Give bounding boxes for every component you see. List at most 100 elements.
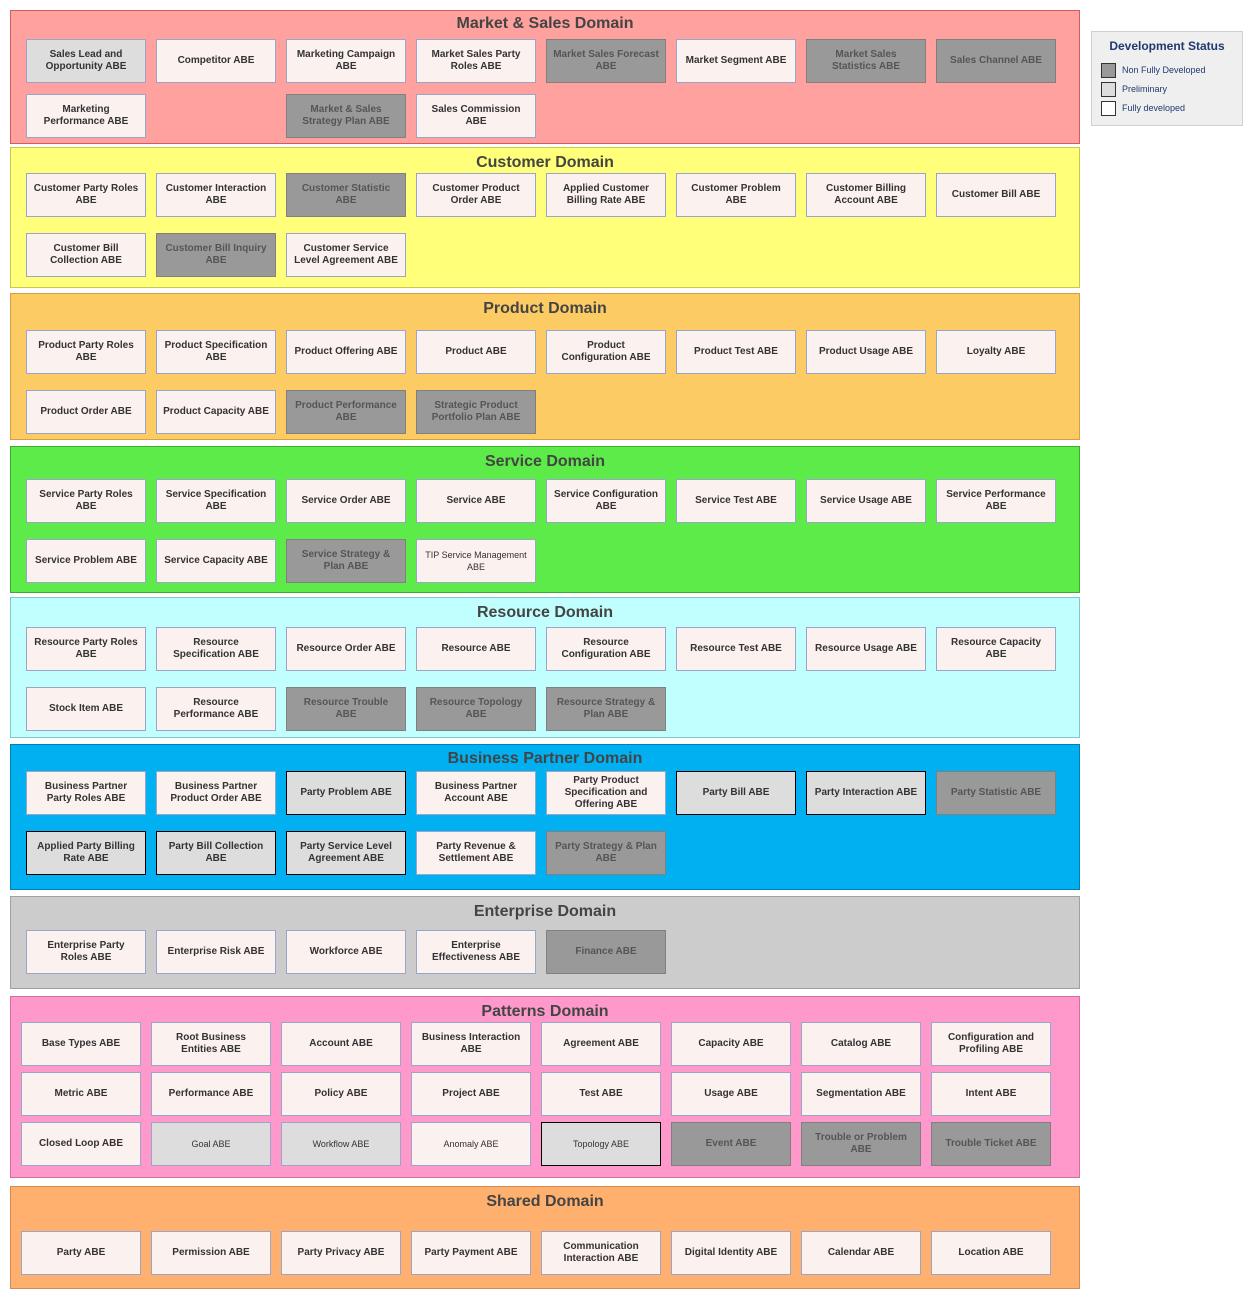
abe-catalog-abe[interactable]: Catalog ABE xyxy=(801,1022,921,1066)
abe-applied-party-billing-rate-abe[interactable]: Applied Party Billing Rate ABE xyxy=(26,831,146,875)
abe-configuration-and-profiling-abe[interactable]: Configuration and Profiling ABE xyxy=(931,1022,1051,1066)
abe-resource-capacity-abe[interactable]: Resource Capacity ABE xyxy=(936,627,1056,671)
abe-business-interaction-abe[interactable]: Business Interaction ABE xyxy=(411,1022,531,1066)
abe-customer-problem-abe[interactable]: Customer Problem ABE xyxy=(676,173,796,217)
abe-enterprise-party-roles-abe[interactable]: Enterprise Party Roles ABE xyxy=(26,930,146,974)
abe-customer-statistic-abe[interactable]: Customer Statistic ABE xyxy=(286,173,406,217)
abe-event-abe[interactable]: Event ABE xyxy=(671,1122,791,1166)
abe-finance-abe[interactable]: Finance ABE xyxy=(546,930,666,974)
abe-trouble-ticket-abe[interactable]: Trouble Ticket ABE xyxy=(931,1122,1051,1166)
abe-customer-interaction-abe[interactable]: Customer Interaction ABE xyxy=(156,173,276,217)
abe-party-abe[interactable]: Party ABE xyxy=(21,1231,141,1275)
abe-customer-bill-collection-abe[interactable]: Customer Bill Collection ABE xyxy=(26,233,146,277)
abe-resource-party-roles-abe[interactable]: Resource Party Roles ABE xyxy=(26,627,146,671)
abe-sales-channel-abe[interactable]: Sales Channel ABE xyxy=(936,39,1056,83)
abe-base-types-abe[interactable]: Base Types ABE xyxy=(21,1022,141,1066)
abe-service-configuration-abe[interactable]: Service Configuration ABE xyxy=(546,479,666,523)
abe-goal-abe[interactable]: Goal ABE xyxy=(151,1122,271,1166)
abe-test-abe[interactable]: Test ABE xyxy=(541,1072,661,1116)
abe-resource-strategy-and-plan-abe[interactable]: Resource Strategy & Plan ABE xyxy=(546,687,666,731)
abe-resource-configuration-abe[interactable]: Resource Configuration ABE xyxy=(546,627,666,671)
abe-permission-abe[interactable]: Permission ABE xyxy=(151,1231,271,1275)
abe-market-sales-party-roles-abe[interactable]: Market Sales Party Roles ABE xyxy=(416,39,536,83)
abe-agreement-abe[interactable]: Agreement ABE xyxy=(541,1022,661,1066)
abe-product-usage-abe[interactable]: Product Usage ABE xyxy=(806,330,926,374)
abe-product-capacity-abe[interactable]: Product Capacity ABE xyxy=(156,390,276,434)
abe-resource-abe[interactable]: Resource ABE xyxy=(416,627,536,671)
abe-stock-item-abe[interactable]: Stock Item ABE xyxy=(26,687,146,731)
abe-policy-abe[interactable]: Policy ABE xyxy=(281,1072,401,1116)
abe-business-partner-party-roles-abe[interactable]: Business Partner Party Roles ABE xyxy=(26,771,146,815)
abe-product-order-abe[interactable]: Product Order ABE xyxy=(26,390,146,434)
abe-service-party-roles-abe[interactable]: Service Party Roles ABE xyxy=(26,479,146,523)
abe-root-business-entities-abe[interactable]: Root Business Entities ABE xyxy=(151,1022,271,1066)
abe-customer-service-level-agreement-abe[interactable]: Customer Service Level Agreement ABE xyxy=(286,233,406,277)
abe-party-revenue-and-settlement-abe[interactable]: Party Revenue & Settlement ABE xyxy=(416,831,536,875)
abe-project-abe[interactable]: Project ABE xyxy=(411,1072,531,1116)
abe-market-and-sales-strategy-plan-abe[interactable]: Market & Sales Strategy Plan ABE xyxy=(286,94,406,138)
abe-capacity-abe[interactable]: Capacity ABE xyxy=(671,1022,791,1066)
abe-party-interaction-abe[interactable]: Party Interaction ABE xyxy=(806,771,926,815)
abe-resource-usage-abe[interactable]: Resource Usage ABE xyxy=(806,627,926,671)
abe-enterprise-risk-abe[interactable]: Enterprise Risk ABE xyxy=(156,930,276,974)
abe-strategic-product-portfolio-plan-abe[interactable]: Strategic Product Portfolio Plan ABE xyxy=(416,390,536,434)
abe-topology-abe[interactable]: Topology ABE xyxy=(541,1122,661,1166)
abe-enterprise-effectiveness-abe[interactable]: Enterprise Effectiveness ABE xyxy=(416,930,536,974)
abe-product-abe[interactable]: Product ABE xyxy=(416,330,536,374)
abe-service-usage-abe[interactable]: Service Usage ABE xyxy=(806,479,926,523)
abe-business-partner-account-abe[interactable]: Business Partner Account ABE xyxy=(416,771,536,815)
abe-service-order-abe[interactable]: Service Order ABE xyxy=(286,479,406,523)
abe-service-capacity-abe[interactable]: Service Capacity ABE xyxy=(156,539,276,583)
abe-service-performance-abe[interactable]: Service Performance ABE xyxy=(936,479,1056,523)
abe-applied-customer-billing-rate-abe[interactable]: Applied Customer Billing Rate ABE xyxy=(546,173,666,217)
abe-trouble-or-problem-abe[interactable]: Trouble or Problem ABE xyxy=(801,1122,921,1166)
abe-resource-test-abe[interactable]: Resource Test ABE xyxy=(676,627,796,671)
abe-product-configuration-abe[interactable]: Product Configuration ABE xyxy=(546,330,666,374)
abe-tip-service-management-abe[interactable]: TIP Service Management ABE xyxy=(416,539,536,583)
abe-competitor-abe[interactable]: Competitor ABE xyxy=(156,39,276,83)
abe-customer-bill-abe[interactable]: Customer Bill ABE xyxy=(936,173,1056,217)
abe-market-sales-forecast-abe[interactable]: Market Sales Forecast ABE xyxy=(546,39,666,83)
abe-party-bill-abe[interactable]: Party Bill ABE xyxy=(676,771,796,815)
abe-workflow-abe[interactable]: Workflow ABE xyxy=(281,1122,401,1166)
abe-marketing-performance-abe[interactable]: Marketing Performance ABE xyxy=(26,94,146,138)
abe-party-product-specification-and-offering-abe[interactable]: Party Product Specification and Offering… xyxy=(546,771,666,815)
abe-calendar-abe[interactable]: Calendar ABE xyxy=(801,1231,921,1275)
abe-service-problem-abe[interactable]: Service Problem ABE xyxy=(26,539,146,583)
abe-market-sales-statistics-abe[interactable]: Market Sales Statistics ABE xyxy=(806,39,926,83)
abe-customer-party-roles-abe[interactable]: Customer Party Roles ABE xyxy=(26,173,146,217)
abe-service-test-abe[interactable]: Service Test ABE xyxy=(676,479,796,523)
abe-location-abe[interactable]: Location ABE xyxy=(931,1231,1051,1275)
abe-party-service-level-agreement-abe[interactable]: Party Service Level Agreement ABE xyxy=(286,831,406,875)
abe-anomaly-abe[interactable]: Anomaly ABE xyxy=(411,1122,531,1166)
abe-intent-abe[interactable]: Intent ABE xyxy=(931,1072,1051,1116)
abe-product-specification-abe[interactable]: Product Specification ABE xyxy=(156,330,276,374)
abe-closed-loop-abe[interactable]: Closed Loop ABE xyxy=(21,1122,141,1166)
abe-communication-interaction-abe[interactable]: Communication Interaction ABE xyxy=(541,1231,661,1275)
abe-resource-trouble-abe[interactable]: Resource Trouble ABE xyxy=(286,687,406,731)
abe-resource-specification-abe[interactable]: Resource Specification ABE xyxy=(156,627,276,671)
abe-marketing-campaign-abe[interactable]: Marketing Campaign ABE xyxy=(286,39,406,83)
abe-business-partner-product-order-abe[interactable]: Business Partner Product Order ABE xyxy=(156,771,276,815)
abe-party-statistic-abe[interactable]: Party Statistic ABE xyxy=(936,771,1056,815)
abe-resource-topology-abe[interactable]: Resource Topology ABE xyxy=(416,687,536,731)
abe-service-strategy-and-plan-abe[interactable]: Service Strategy & Plan ABE xyxy=(286,539,406,583)
abe-service-specification-abe[interactable]: Service Specification ABE xyxy=(156,479,276,523)
abe-customer-product-order-abe[interactable]: Customer Product Order ABE xyxy=(416,173,536,217)
abe-resource-order-abe[interactable]: Resource Order ABE xyxy=(286,627,406,671)
abe-usage-abe[interactable]: Usage ABE xyxy=(671,1072,791,1116)
abe-product-offering-abe[interactable]: Product Offering ABE xyxy=(286,330,406,374)
abe-product-party-roles-abe[interactable]: Product Party Roles ABE xyxy=(26,330,146,374)
abe-party-privacy-abe[interactable]: Party Privacy ABE xyxy=(281,1231,401,1275)
abe-sales-commission-abe[interactable]: Sales Commission ABE xyxy=(416,94,536,138)
abe-customer-billing-account-abe[interactable]: Customer Billing Account ABE xyxy=(806,173,926,217)
abe-party-payment-abe[interactable]: Party Payment ABE xyxy=(411,1231,531,1275)
abe-resource-performance-abe[interactable]: Resource Performance ABE xyxy=(156,687,276,731)
abe-account-abe[interactable]: Account ABE xyxy=(281,1022,401,1066)
abe-service-abe[interactable]: Service ABE xyxy=(416,479,536,523)
abe-party-strategy-and-plan-abe[interactable]: Party Strategy & Plan ABE xyxy=(546,831,666,875)
abe-digital-identity-abe[interactable]: Digital Identity ABE xyxy=(671,1231,791,1275)
abe-segmentation-abe[interactable]: Segmentation ABE xyxy=(801,1072,921,1116)
abe-customer-bill-inquiry-abe[interactable]: Customer Bill Inquiry ABE xyxy=(156,233,276,277)
abe-loyalty-abe[interactable]: Loyalty ABE xyxy=(936,330,1056,374)
